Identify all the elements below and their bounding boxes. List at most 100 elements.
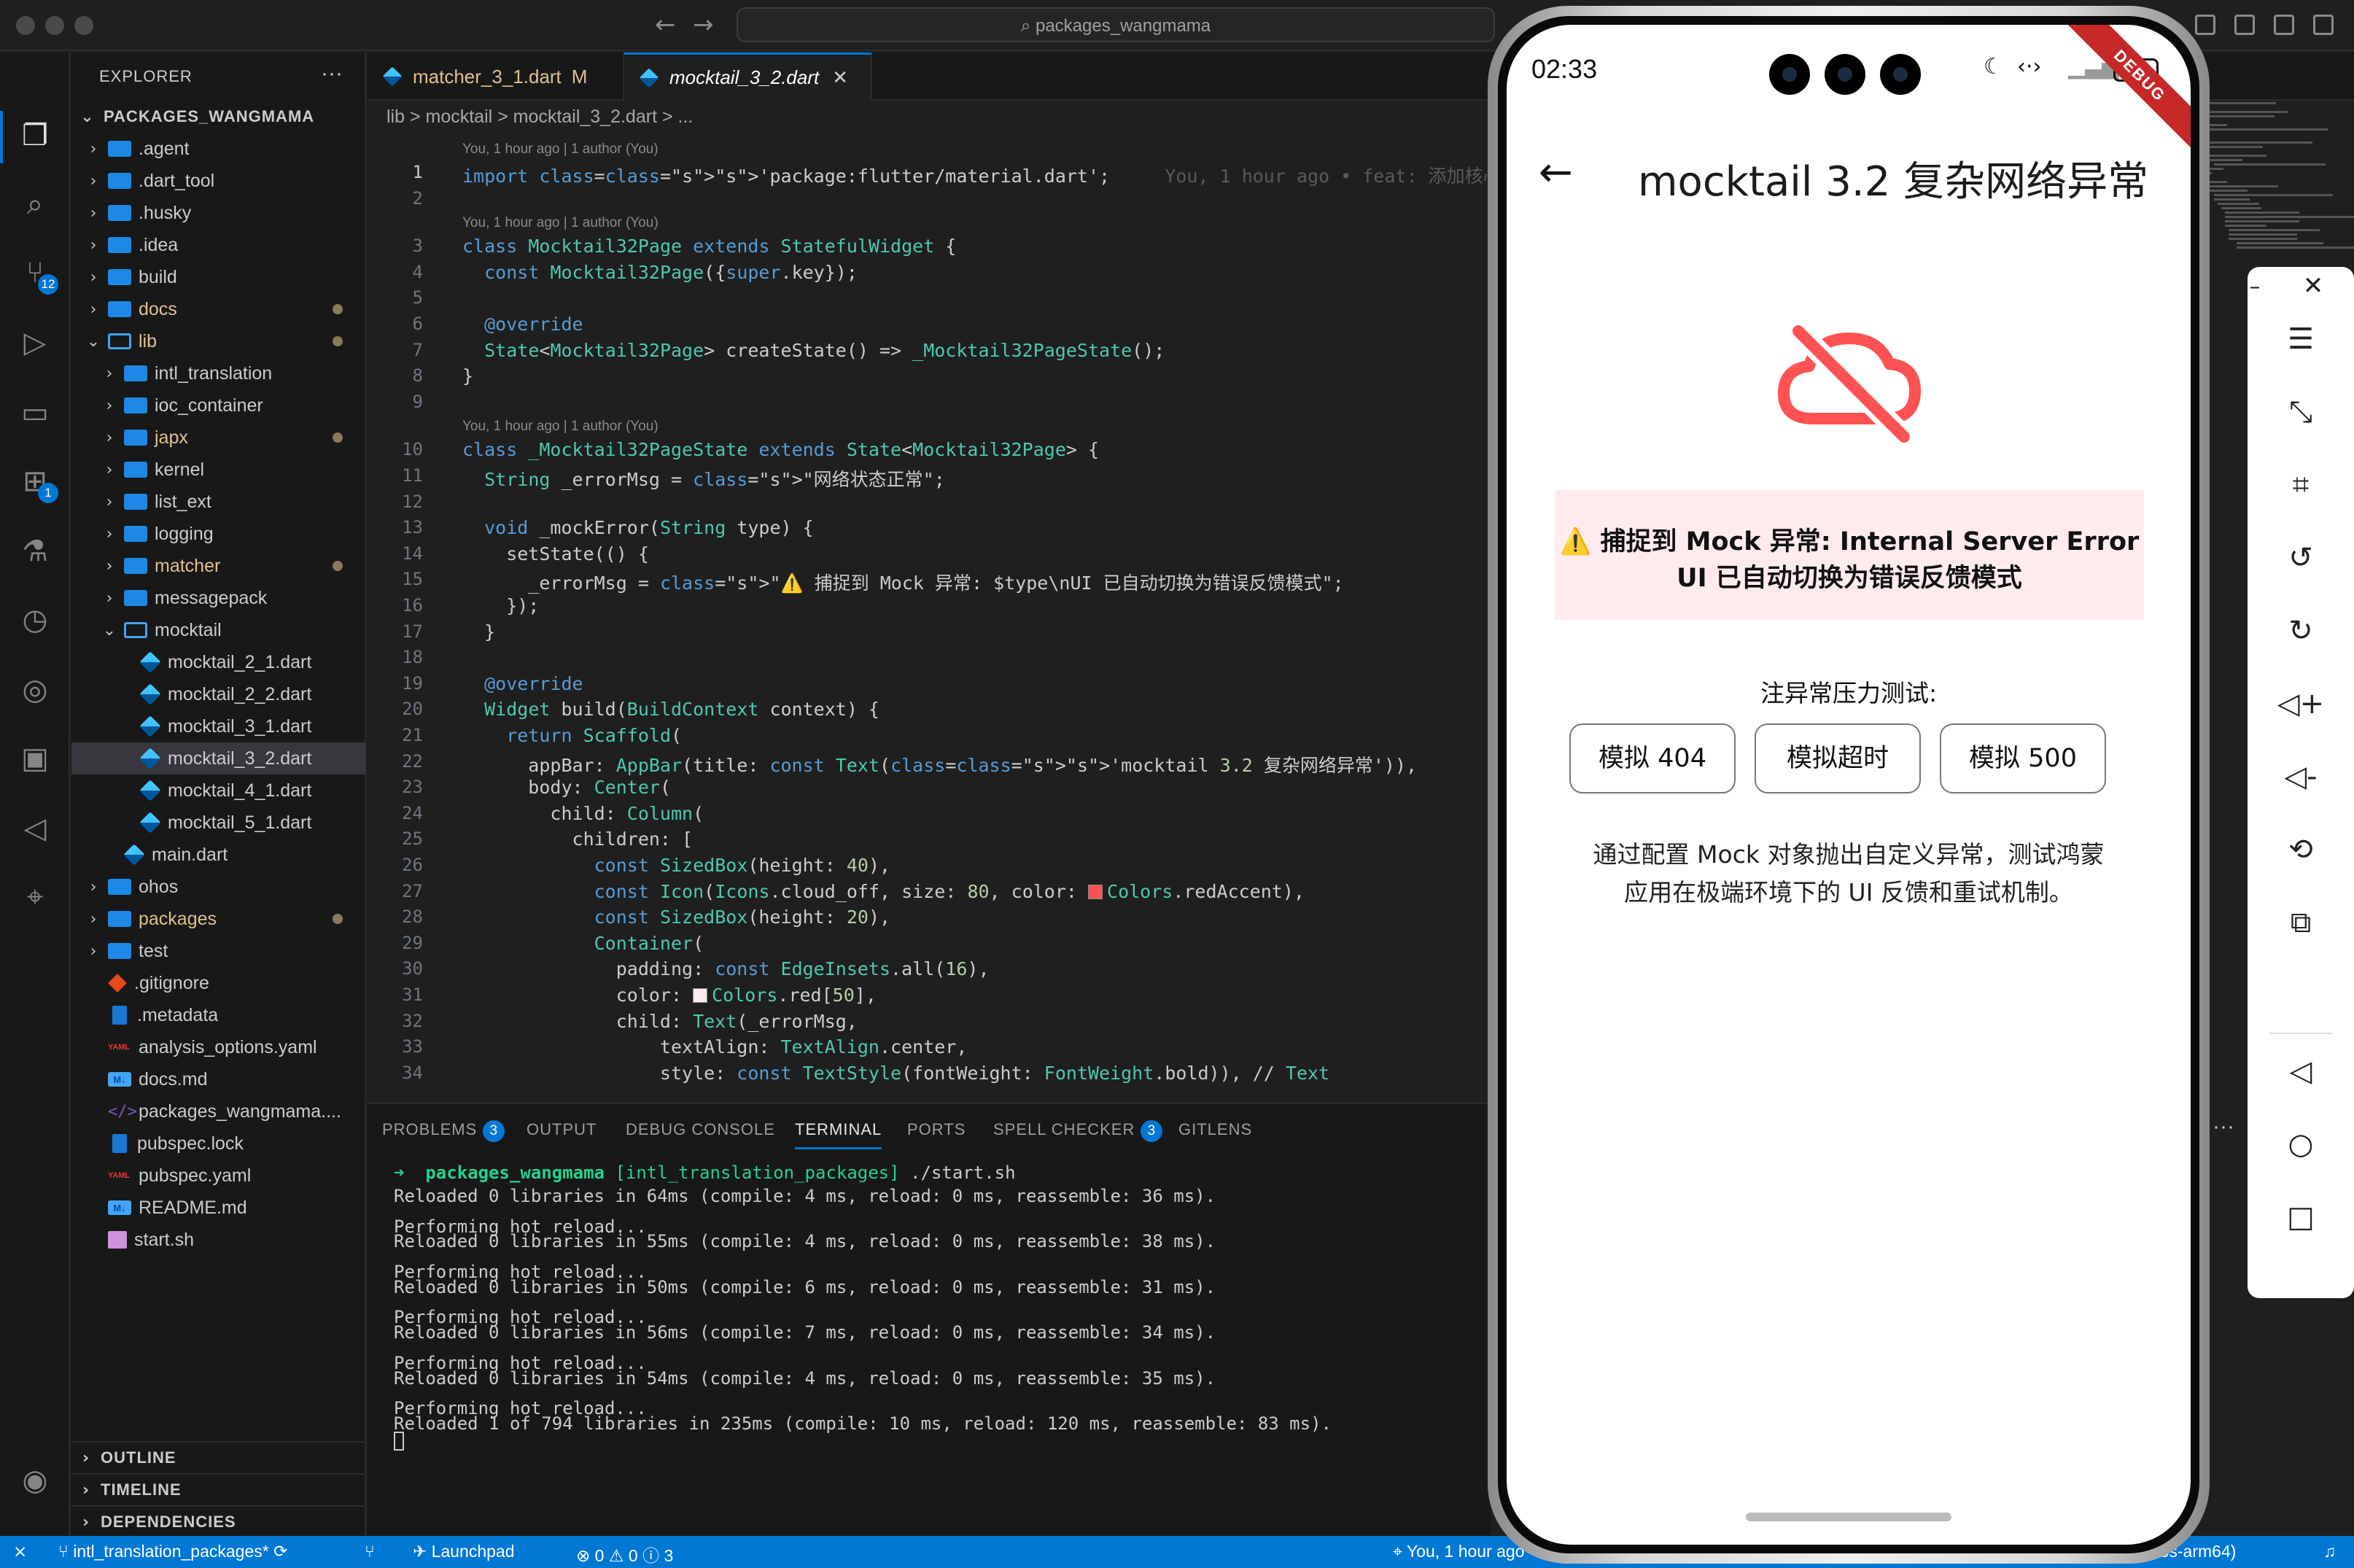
containers-icon[interactable]: ▣ (15, 738, 55, 779)
tree-item-matcher[interactable]: › matcher (71, 550, 366, 582)
toggle-panel-icon[interactable] (2274, 15, 2294, 35)
blame-codelens[interactable]: You, 1 hour ago | 1 author (You) (462, 141, 659, 158)
tree-item-mocktail-2-2-dart[interactable]: mocktail_2_2.dart (71, 678, 366, 710)
back-arrow-icon[interactable]: ← (1539, 149, 1573, 196)
toggle-primary-sidebar-icon[interactable] (2234, 15, 2255, 35)
panel-tab-output[interactable]: OUTPUT (527, 1120, 597, 1139)
minimize-icon[interactable]: – (2226, 274, 2284, 300)
panel-tab-spell-checker[interactable]: SPELL CHECKER 3 (993, 1120, 1163, 1142)
branch-status[interactable]: ⑂ intl_translation_packages* ⟳ (58, 1542, 287, 1561)
command-center-search[interactable]: ⌕ packages_wangmama (737, 7, 1495, 42)
rotate-device-icon[interactable]: ⟲ (2248, 833, 2354, 866)
volume-down-icon[interactable]: ◁- (2248, 760, 2354, 793)
window-minimize-button[interactable] (45, 16, 64, 35)
panel-more-actions[interactable]: ··· (2213, 1114, 2234, 1139)
panel-tab-debug-console[interactable]: DEBUG CONSOLE (626, 1120, 775, 1139)
tree-item-mocktail-3-2-dart[interactable]: mocktail_3_2.dart (71, 742, 366, 775)
remote-explorer-icon[interactable]: ▭ (15, 392, 55, 433)
tree-item-dart-tool[interactable]: › .dart_tool (71, 165, 366, 197)
pointer-off-icon[interactable]: ⤡ (2248, 395, 2354, 429)
remote-indicator-icon[interactable]: ⨯ (13, 1542, 27, 1561)
tree-item-docs-md[interactable]: M↓ docs.md (71, 1063, 366, 1095)
tree-item-mocktail-3-1-dart[interactable]: mocktail_3_1.dart (71, 710, 366, 742)
run-debug-icon[interactable]: ▷ (15, 322, 55, 363)
gitlens-icon[interactable]: ◎ (15, 669, 55, 710)
panel-tab-problems[interactable]: PROBLEMS 3 (382, 1120, 505, 1142)
testing-icon[interactable]: ⚗ (15, 531, 55, 572)
tree-item-idea[interactable]: › .idea (71, 229, 366, 261)
tree-item-mocktail-5-1-dart[interactable]: mocktail_5_1.dart (71, 807, 366, 839)
tree-item-main-dart[interactable]: main.dart (71, 839, 366, 871)
tree-item-start-sh[interactable]: start.sh (71, 1224, 366, 1256)
menu-icon[interactable]: ☰ (2248, 322, 2354, 356)
simulate-404-button[interactable]: 模拟 404 (1569, 723, 1736, 793)
explorer-more-actions[interactable]: ··· (321, 61, 343, 86)
window-close-button[interactable] (16, 16, 35, 35)
blame-status[interactable]: ⌖ You, 1 hour ago (1393, 1542, 1525, 1561)
simulate-500-button[interactable]: 模拟 500 (1940, 723, 2106, 793)
tree-item-kernel[interactable]: › kernel (71, 454, 366, 486)
home-indicator[interactable] (1746, 1513, 1951, 1521)
search-icon[interactable]: ⌕ (15, 184, 55, 225)
nav-back-icon[interactable]: ◁ (2248, 1055, 2354, 1088)
tree-item-readme-md[interactable]: M↓ README.md (71, 1192, 366, 1224)
nav-home-icon[interactable]: ○ (2248, 1128, 2354, 1161)
back-arrow-icon[interactable]: ← (655, 10, 676, 39)
accounts-icon[interactable]: ◉ (15, 1460, 55, 1501)
tree-item-ioc-container[interactable]: › ioc_container (71, 389, 366, 422)
timeline-icon[interactable]: ◷ (15, 599, 55, 640)
explorer-icon[interactable]: ❐ (15, 115, 55, 156)
dependencies-section[interactable]: › DEPENDENCIES (71, 1505, 366, 1537)
notifications-bell-icon[interactable]: ♫ (2323, 1542, 2336, 1561)
rotate-right-icon[interactable]: ↻ (2248, 614, 2354, 648)
explorer-root-folder[interactable]: ⌄ PACKAGES_WANGMAMA (71, 101, 366, 133)
tree-item-build[interactable]: › build (71, 261, 366, 293)
tab-matcher-3-1[interactable]: matcher_3_1.dart M (368, 53, 624, 101)
customize-layout-icon[interactable] (2195, 15, 2215, 35)
tree-item-intl-translation[interactable]: › intl_translation (71, 357, 366, 389)
breadcrumb[interactable]: lib > mocktail > mocktail_3_2.dart > ... (386, 106, 693, 128)
panel-tab-terminal[interactable]: TERMINAL (795, 1120, 882, 1149)
flutter-icon[interactable]: ◁ (15, 808, 55, 849)
tab-mocktail-3-2[interactable]: mocktail_3_2.dart ✕ (624, 53, 872, 101)
volume-up-icon[interactable]: ◁+ (2248, 687, 2354, 721)
close-icon[interactable]: ✕ (2284, 271, 2342, 300)
timeline-section[interactable]: › TIMELINE (71, 1473, 366, 1505)
tree-item-pubspec-yaml[interactable]: YAML pubspec.yaml (71, 1160, 366, 1192)
simulate-timeout-button[interactable]: 模拟超时 (1755, 723, 1921, 793)
tree-item-japx[interactable]: › japx (71, 422, 366, 454)
rotate-left-icon[interactable]: ↺ (2248, 541, 2354, 575)
toggle-secondary-sidebar-icon[interactable] (2313, 15, 2334, 35)
tree-item-agent[interactable]: › .agent (71, 133, 366, 165)
forward-arrow-icon[interactable]: → (693, 10, 714, 39)
problems-status[interactable]: ⊗ 0 ⚠ 0 ⓘ 3 (576, 1542, 673, 1567)
source-control-icon[interactable]: ⑂ 12 (15, 252, 58, 295)
panel-tab-ports[interactable]: PORTS (907, 1120, 966, 1139)
launchpad-status[interactable]: ✈ Launchpad (413, 1542, 515, 1561)
tree-item-pubspec-lock[interactable]: pubspec.lock (71, 1128, 366, 1160)
inspect-icon[interactable]: ⌖ (15, 877, 55, 917)
blame-codelens[interactable]: You, 1 hour ago | 1 author (You) (462, 419, 659, 435)
crop-screenshot-icon[interactable]: ⌗ (2248, 468, 2354, 502)
tree-item-lib[interactable]: ⌄ lib (71, 325, 366, 357)
tree-item-logging[interactable]: › logging (71, 518, 366, 550)
blame-codelens[interactable]: You, 1 hour ago | 1 author (You) (462, 215, 659, 231)
tree-item-mocktail-2-1-dart[interactable]: mocktail_2_1.dart (71, 646, 366, 678)
close-icon[interactable]: ✕ (832, 67, 848, 89)
panel-tab-gitlens[interactable]: GITLENS (1178, 1120, 1252, 1139)
tree-item-mocktail-4-1-dart[interactable]: mocktail_4_1.dart (71, 775, 366, 807)
tree-item-metadata[interactable]: .metadata (71, 999, 366, 1031)
extensions-icon[interactable]: ⊞ 1 (15, 461, 58, 503)
tree-item-mocktail[interactable]: ⌄ mocktail (71, 614, 366, 646)
tree-item-ohos[interactable]: › ohos (71, 871, 366, 903)
code-editor[interactable]: You, 1 hour ago | 1 author (You) 1 import … (368, 131, 1491, 1100)
tree-item-docs[interactable]: › docs (71, 293, 366, 325)
tree-item-list-ext[interactable]: › list_ext (71, 486, 366, 518)
tree-item-packages-wangmama[interactable]: </> packages_wangmama.... (71, 1095, 366, 1128)
tree-item-analysis-options-yaml[interactable]: YAML analysis_options.yaml (71, 1031, 366, 1063)
window-zoom-button[interactable] (74, 16, 93, 35)
fold-device-icon[interactable]: ⧉ (2248, 906, 2354, 939)
nav-recents-icon[interactable]: □ (2248, 1200, 2354, 1234)
tree-item-messagepack[interactable]: › messagepack (71, 582, 366, 614)
outline-section[interactable]: › OUTLINE (71, 1441, 366, 1473)
